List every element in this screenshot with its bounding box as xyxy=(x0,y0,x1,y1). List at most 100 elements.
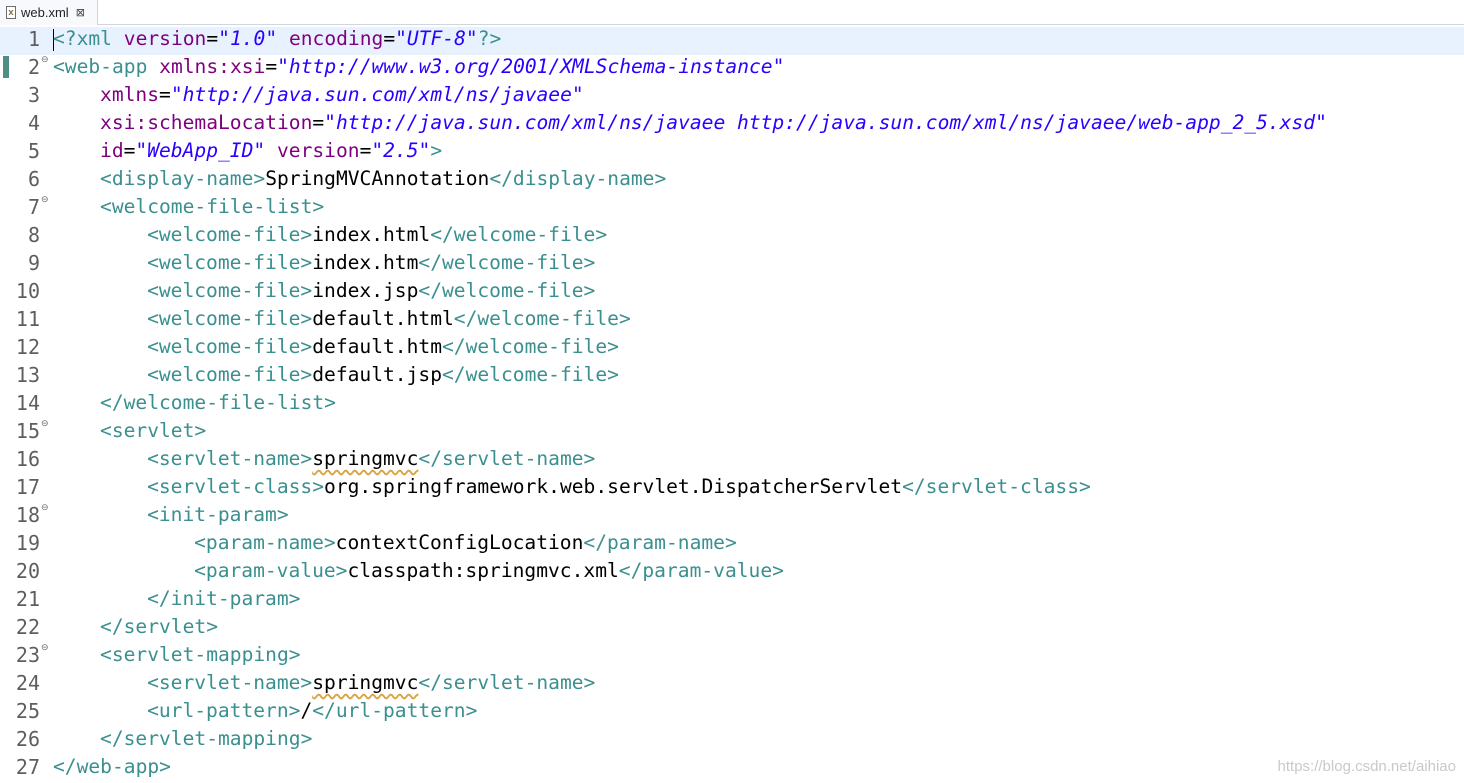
code-line[interactable]: 14 </welcome-file-list> xyxy=(0,391,1464,419)
line-number: 22 xyxy=(15,615,40,639)
line-number: 25 xyxy=(15,699,40,723)
token-text: default.jsp xyxy=(312,363,442,386)
token-tag: </servlet-name> xyxy=(418,447,596,470)
code-text: <servlet-name>springmvc</servlet-name> xyxy=(53,671,595,694)
code-line[interactable]: 25 <url-pattern>/</url-pattern> xyxy=(0,699,1464,727)
token-val: "WebApp_ID" xyxy=(135,139,266,162)
close-icon[interactable]: ⊠ xyxy=(76,6,85,19)
code-line[interactable]: 11 <welcome-file>default.html</welcome-fi… xyxy=(0,307,1464,335)
token-tag: <servlet-class> xyxy=(147,475,325,498)
token-tag: </servlet-mapping> xyxy=(100,727,313,750)
token-val: "1.0" xyxy=(218,27,278,50)
token-tag: <servlet-name> xyxy=(147,671,313,694)
token-tag: <web-app xyxy=(53,55,160,78)
token-val: "http://java.sun.com/xml/ns/javaee" xyxy=(170,83,584,106)
code-line[interactable]: 4 xsi:schemaLocation="http://java.sun.com… xyxy=(0,111,1464,139)
token-eq xyxy=(277,27,289,50)
code-line[interactable]: 27 </web-app> xyxy=(0,755,1464,783)
code-text: <web-app xmlns:xsi="http://www.w3.org/20… xyxy=(53,55,784,78)
token-tag: <welcome-file> xyxy=(147,223,313,246)
fold-toggle-icon[interactable]: ⊖ xyxy=(41,643,49,653)
token-val: "http://java.sun.com/xml/ns/javaee http:… xyxy=(324,111,1327,134)
token-eq: = xyxy=(159,83,171,106)
token-eq: = xyxy=(383,27,396,50)
token-attr: xsi:schemaLocation xyxy=(100,111,313,134)
line-number: 21 xyxy=(15,587,40,611)
line-number: 15 xyxy=(15,419,40,443)
token-tag: </servlet-class> xyxy=(902,475,1091,498)
token-eq: = xyxy=(206,27,219,50)
code-text: <welcome-file>index.htm</welcome-file> xyxy=(53,251,595,274)
code-line[interactable]: 18 ⊖ <init-param> xyxy=(0,503,1464,531)
token-squiggle: springmvc xyxy=(312,671,419,694)
code-line[interactable]: 15 ⊖ <servlet> xyxy=(0,419,1464,447)
line-number: 13 xyxy=(15,363,40,387)
token-eq: = xyxy=(359,139,372,162)
token-tag: </param-name> xyxy=(583,531,737,554)
line-number: 1 xyxy=(27,27,40,51)
code-line[interactable]: 8 <welcome-file>index.html</welcome-file> xyxy=(0,223,1464,251)
code-line[interactable]: 2 ⊖ <web-app xmlns:xsi="http://www.w3.org/… xyxy=(0,55,1464,83)
line-number: 4 xyxy=(27,111,40,135)
watermark: https://blog.csdn.net/aihiao xyxy=(1277,758,1456,775)
fold-toggle-icon[interactable]: ⊖ xyxy=(41,55,49,65)
code-text: <init-param> xyxy=(53,503,289,526)
code-line[interactable]: 26 </servlet-mapping> xyxy=(0,727,1464,755)
code-text: <?xml version="1.0" encoding="UTF-8"?> xyxy=(53,27,501,51)
code-line[interactable]: 21 </init-param> xyxy=(0,587,1464,615)
code-line[interactable]: 13 <welcome-file>default.jsp</welcome-fil… xyxy=(0,363,1464,391)
token-text: contextConfigLocation xyxy=(335,531,584,554)
line-number: 27 xyxy=(15,755,40,779)
code-text: <welcome-file>default.jsp</welcome-file> xyxy=(53,363,619,386)
code-line[interactable]: 20 <param-value>classpath:springmvc.xml</… xyxy=(0,559,1464,587)
code-line[interactable]: 3 xmlns="http://java.sun.com/xml/ns/javae… xyxy=(0,83,1464,111)
code-text: </welcome-file-list> xyxy=(53,391,336,414)
code-line[interactable]: 24 <servlet-name>springmvc</servlet-name> xyxy=(0,671,1464,699)
code-editor[interactable]: 1 <?xml version="1.0" encoding="UTF-8"?> 2… xyxy=(0,27,1464,783)
token-tag: </web-app> xyxy=(53,755,171,778)
token-pi: ?> xyxy=(477,27,502,50)
code-line[interactable]: 19 <param-name>contextConfigLocation</par… xyxy=(0,531,1464,559)
code-line[interactable]: 23 ⊖ <servlet-mapping> xyxy=(0,643,1464,671)
code-line[interactable]: 1 <?xml version="1.0" encoding="UTF-8"?> xyxy=(0,27,1464,55)
code-text: <welcome-file-list> xyxy=(53,195,324,218)
code-line[interactable]: 10 <welcome-file>index.jsp</welcome-file> xyxy=(0,279,1464,307)
code-line[interactable]: 22 </servlet> xyxy=(0,615,1464,643)
token-attr: id xyxy=(100,139,124,162)
token-eq xyxy=(265,139,277,162)
tab-web-xml[interactable]: X web.xml ⊠ xyxy=(0,0,98,25)
token-tag: </url-pattern> xyxy=(312,699,478,722)
line-number: 12 xyxy=(15,335,40,359)
fold-toggle-icon[interactable]: ⊖ xyxy=(41,419,49,429)
code-line[interactable]: 7 ⊖ <welcome-file-list> xyxy=(0,195,1464,223)
code-text: <welcome-file>default.html</welcome-file… xyxy=(53,307,631,330)
code-line[interactable]: 12 <welcome-file>default.htm</welcome-fil… xyxy=(0,335,1464,363)
code-line[interactable]: 5 id="WebApp_ID" version="2.5"> xyxy=(0,139,1464,167)
token-eq: = xyxy=(265,55,278,78)
token-tag: <param-name> xyxy=(194,531,336,554)
token-tag: </welcome-file> xyxy=(430,223,608,246)
line-number: 16 xyxy=(15,447,40,471)
token-attr: version xyxy=(123,27,207,50)
token-tag: </welcome-file> xyxy=(453,307,631,330)
fold-toggle-icon[interactable]: ⊖ xyxy=(41,503,49,513)
line-number: 5 xyxy=(27,139,40,163)
token-tag: <param-value> xyxy=(194,559,348,582)
line-number: 17 xyxy=(15,475,40,499)
code-line[interactable]: 9 <welcome-file>index.htm</welcome-file> xyxy=(0,251,1464,279)
token-tag: <servlet> xyxy=(100,419,207,442)
token-tag: <welcome-file-list> xyxy=(100,195,325,218)
token-tag: </welcome-file-list> xyxy=(100,391,336,414)
line-number: 2 xyxy=(27,55,40,79)
line-number: 18 xyxy=(15,503,40,527)
token-tag: <servlet-mapping> xyxy=(100,643,301,666)
code-line[interactable]: 17 <servlet-class>org.springframework.web… xyxy=(0,475,1464,503)
code-line[interactable]: 16 <servlet-name>springmvc</servlet-name> xyxy=(0,447,1464,475)
fold-toggle-icon[interactable]: ⊖ xyxy=(41,195,49,205)
code-text: </servlet> xyxy=(53,615,218,638)
token-tag: > xyxy=(430,139,443,162)
line-number: 14 xyxy=(15,391,40,415)
token-text: index.htm xyxy=(312,251,419,274)
code-line[interactable]: 6 <display-name>SpringMVCAnnotation</disp… xyxy=(0,167,1464,195)
line-number: 19 xyxy=(15,531,40,555)
